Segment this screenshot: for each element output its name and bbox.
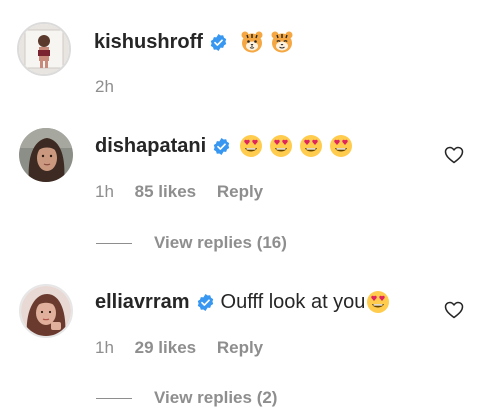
comment-time: 2h bbox=[95, 77, 114, 96]
username[interactable]: dishapatani bbox=[95, 135, 206, 158]
like-heart-icon[interactable] bbox=[444, 301, 464, 319]
heart-eyes-emoji bbox=[366, 290, 390, 314]
view-replies-label: View replies (2) bbox=[154, 388, 278, 407]
verified-badge-icon bbox=[196, 293, 215, 312]
likes-count[interactable]: 85 likes bbox=[135, 182, 196, 201]
like-heart-icon[interactable] bbox=[444, 146, 464, 164]
avatar[interactable] bbox=[19, 128, 73, 182]
heart-eyes-emoji bbox=[269, 134, 293, 158]
avatar[interactable] bbox=[19, 284, 73, 338]
likes-count[interactable]: 29 likes bbox=[135, 338, 196, 357]
view-replies-button[interactable]: View replies (2) bbox=[96, 388, 277, 408]
comment-meta: 2h bbox=[95, 77, 130, 97]
view-replies-label: View replies (16) bbox=[154, 233, 287, 252]
heart-eyes-emoji bbox=[299, 134, 323, 158]
username[interactable]: kishushroff bbox=[94, 31, 203, 54]
heart-eyes-emoji bbox=[329, 134, 353, 158]
comment-meta: 1h 85 likes Reply bbox=[95, 182, 279, 202]
verified-badge-icon bbox=[209, 33, 228, 52]
heart-eyes-emoji bbox=[239, 134, 263, 158]
tiger-face-emoji bbox=[270, 30, 294, 54]
view-replies-button[interactable]: View replies (16) bbox=[96, 233, 287, 253]
reply-button[interactable]: Reply bbox=[217, 338, 263, 357]
avatar[interactable] bbox=[17, 22, 71, 76]
comment-text: Oufff look at you bbox=[220, 290, 366, 313]
comment-meta: 1h 29 likes Reply bbox=[95, 338, 279, 358]
replies-divider bbox=[96, 242, 132, 244]
comment-time: 1h bbox=[95, 338, 114, 357]
tiger-face-emoji bbox=[240, 30, 264, 54]
username[interactable]: elliavrram bbox=[95, 291, 190, 314]
replies-divider bbox=[96, 397, 132, 399]
comment-time: 1h bbox=[95, 182, 114, 201]
reply-button[interactable]: Reply bbox=[217, 182, 263, 201]
verified-badge-icon bbox=[212, 137, 231, 156]
